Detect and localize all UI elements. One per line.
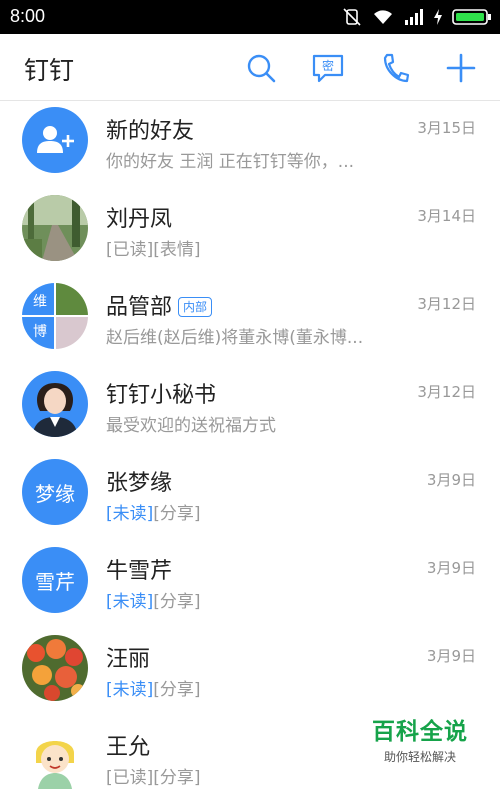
- message-type: [分享]: [153, 504, 201, 524]
- conversation-row-group[interactable]: 维 博 品管部 内部 3月12日 赵后维(赵后维)将董永博(董永博...: [0, 277, 500, 365]
- status-time: 8:00: [10, 6, 46, 26]
- secret-chat-icon: 密: [312, 54, 344, 83]
- conversation-name-wrap: 品管部 内部: [106, 289, 213, 321]
- avatar: [22, 107, 88, 173]
- group-avatar: 维 博: [22, 283, 88, 349]
- conversation-time: 3月9日: [426, 471, 476, 489]
- unread-status: [未读]: [106, 680, 154, 700]
- message-type: [分享]: [153, 680, 201, 700]
- wifi-icon: [374, 10, 392, 24]
- flower-photo-tile: [56, 317, 88, 349]
- add-friend-icon: [37, 126, 74, 153]
- conversation-name: 品管部: [106, 295, 173, 320]
- avatar: [22, 635, 88, 701]
- conversation-name: 王允: [106, 735, 151, 760]
- conversation-row[interactable]: 汪丽 3月9日 [未读][分享]: [0, 629, 500, 717]
- conversation-row-new-friends[interactable]: 新的好友 3月15日 你的好友 王润 正在钉钉等你，...: [0, 101, 500, 189]
- conversation-row[interactable]: 梦缘 张梦缘 3月9日 [未读][分享]: [0, 453, 500, 541]
- avatar: [22, 195, 88, 261]
- vibrate-off-icon: [343, 8, 361, 26]
- phone-button[interactable]: [378, 51, 412, 85]
- conversation-row[interactable]: 刘丹凤 3月14日 [已读][表情]: [0, 189, 500, 277]
- watermark-subtitle: 助你轻松解决: [383, 750, 456, 764]
- add-button[interactable]: [444, 51, 478, 85]
- message-type: [分享]: [153, 592, 201, 612]
- conversation-name: 张梦缘: [106, 471, 173, 496]
- conversation-row[interactable]: 雪芹 牛雪芹 3月9日 [未读][分享]: [0, 541, 500, 629]
- conversation-name: 新的好友: [106, 119, 195, 144]
- conversation-preview: [已读][分享]: [106, 768, 201, 788]
- conversation-name: 刘丹凤: [106, 207, 173, 232]
- conversation-name: 牛雪芹: [106, 559, 173, 584]
- conversation-preview: [已读][表情]: [106, 240, 201, 260]
- plus-icon: [446, 53, 476, 83]
- charging-icon: [434, 9, 442, 25]
- watermark-title: 百科全说: [372, 719, 468, 745]
- conversation-time: 3月14日: [417, 207, 476, 225]
- secret-chat-label: 密: [322, 58, 334, 73]
- conversation-time: 3月9日: [426, 647, 476, 665]
- plant-photo-tile: [56, 283, 88, 315]
- app-title: 钉钉: [24, 56, 75, 85]
- conversation-row[interactable]: 钉钉小秘书 3月12日 最受欢迎的送祝福方式: [0, 365, 500, 453]
- group-avatar-tile: 博: [22, 317, 54, 349]
- avatar: [22, 371, 88, 437]
- phone-icon: [383, 53, 410, 83]
- conversation-preview: [未读][分享]: [106, 587, 396, 612]
- flowers-photo: [22, 635, 88, 701]
- conversation-name: 汪丽: [106, 647, 151, 672]
- watermark: 百科全说 助你轻松解决: [372, 712, 468, 765]
- avatar: 梦缘: [22, 459, 88, 525]
- assistant-portrait: [22, 371, 88, 437]
- conversation-time: 3月9日: [426, 559, 476, 577]
- battery-icon: [452, 9, 491, 25]
- app-bar: 钉钉 密: [0, 34, 500, 101]
- secret-chat-button[interactable]: 密: [311, 51, 345, 85]
- conversation-time: 3月12日: [417, 295, 476, 313]
- status-bar: 8:00: [0, 0, 500, 34]
- status-icons: [342, 7, 492, 27]
- cartoon-girl-illustration: [22, 723, 88, 789]
- avatar: 雪芹: [22, 547, 88, 613]
- conversation-preview: [未读][分享]: [106, 499, 396, 524]
- conversation-preview: 赵后维(赵后维)将董永博(董永博...: [106, 328, 364, 348]
- internal-tag: 内部: [178, 297, 213, 317]
- avatar: [22, 723, 88, 789]
- conversation-preview: 最受欢迎的送祝福方式: [106, 416, 276, 436]
- conversation-time: 3月15日: [417, 119, 476, 137]
- search-icon: [247, 54, 276, 83]
- unread-status: [未读]: [106, 504, 154, 524]
- conversation-name: 钉钉小秘书: [106, 383, 217, 408]
- forest-path-photo: [22, 195, 88, 261]
- conversation-preview: 你的好友 王润 正在钉钉等你，...: [106, 152, 355, 172]
- conversation-preview: [未读][分享]: [106, 675, 396, 700]
- group-avatar-tile: 维: [22, 283, 54, 315]
- search-button[interactable]: [244, 51, 278, 85]
- unread-status: [未读]: [106, 592, 154, 612]
- signal-icon: [405, 9, 423, 25]
- conversation-time: 3月12日: [417, 383, 476, 401]
